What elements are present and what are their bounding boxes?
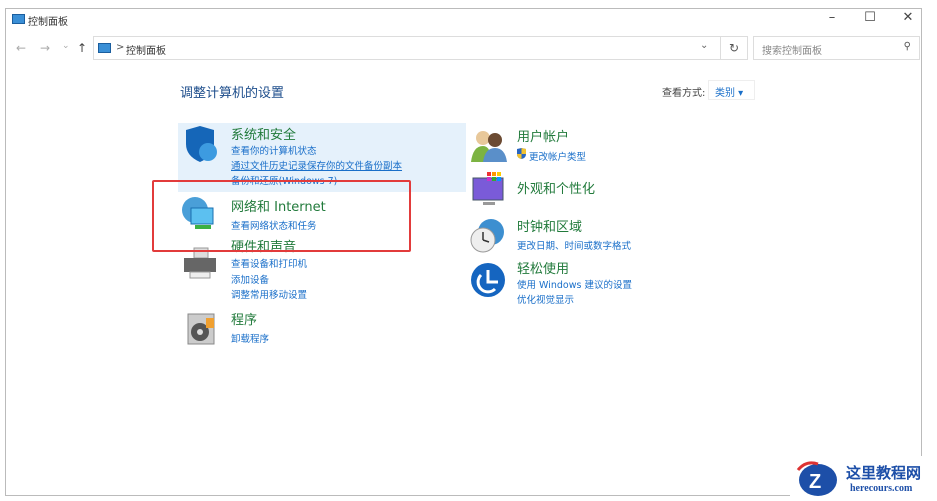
view-by-dropdown[interactable]: 类别 ▾ xyxy=(708,80,755,100)
window-title: 控制面板 xyxy=(28,17,68,28)
close-button[interactable]: ✕ xyxy=(898,10,918,25)
search-icon: ⚲ xyxy=(903,41,911,52)
watermark-name: 这里教程网 xyxy=(846,466,922,482)
refresh-button[interactable]: ↻ xyxy=(720,36,748,60)
svg-text:Z: Z xyxy=(809,471,821,493)
forward-button[interactable]: → xyxy=(40,41,50,55)
watermark: Z 这里教程网 herecours.com xyxy=(790,456,937,501)
page-heading: 调整计算机的设置 xyxy=(180,86,285,101)
link-add-device[interactable]: 添加设备 xyxy=(231,272,269,286)
recent-locations-button[interactable]: ⌄ xyxy=(62,41,70,51)
view-by-label: 查看方式: xyxy=(662,88,706,99)
uac-shield-icon xyxy=(517,148,526,159)
maximize-button[interactable]: ☐ xyxy=(860,10,880,25)
watermark-url: herecours.com xyxy=(850,483,913,494)
user-accounts-icon xyxy=(471,131,507,162)
link-uninstall-program[interactable]: 卸载程序 xyxy=(231,331,269,345)
category-system-security[interactable]: 系统和安全 xyxy=(231,124,296,143)
search-placeholder: 搜索控制面板 xyxy=(762,46,822,57)
control-panel-icon xyxy=(98,43,111,53)
breadcrumb-separator: > xyxy=(116,42,125,53)
appearance-icon xyxy=(472,172,504,205)
search-input[interactable]: 搜索控制面板 ⚲ xyxy=(753,36,920,60)
link-change-account-type[interactable]: 更改帐户类型 xyxy=(529,149,586,163)
watermark-logo-icon: Z xyxy=(796,461,837,496)
annotation-highlight-box xyxy=(152,180,411,252)
link-date-time-format[interactable]: 更改日期、时间或数字格式 xyxy=(517,238,631,252)
link-recommended-settings[interactable]: 使用 Windows 建议的设置 xyxy=(517,277,632,291)
link-file-history[interactable]: 通过文件历史记录保存你的文件备份副本 xyxy=(231,158,402,172)
category-programs[interactable]: 程序 xyxy=(231,309,257,328)
category-clock-region[interactable]: 时钟和区域 xyxy=(517,216,582,235)
programs-icon xyxy=(187,313,215,345)
category-appearance[interactable]: 外观和个性化 xyxy=(517,178,595,197)
back-button[interactable]: ← xyxy=(16,41,26,55)
control-panel-window xyxy=(5,8,922,496)
ease-of-access-icon xyxy=(471,263,505,297)
link-devices-printers[interactable]: 查看设备和打印机 xyxy=(231,256,307,270)
breadcrumb-control-panel[interactable]: 控制面板 xyxy=(126,42,166,57)
category-ease-of-access[interactable]: 轻松使用 xyxy=(517,258,569,277)
up-button[interactable]: ↑ xyxy=(77,41,87,55)
control-panel-icon xyxy=(12,14,25,24)
link-optimize-display[interactable]: 优化视觉显示 xyxy=(517,292,574,306)
clock-region-icon xyxy=(470,219,504,253)
shield-icon xyxy=(186,126,217,162)
link-computer-status[interactable]: 查看你的计算机状态 xyxy=(231,143,317,157)
minimize-button[interactable]: – xyxy=(822,10,842,25)
link-mobility-settings[interactable]: 调整常用移动设置 xyxy=(231,287,307,301)
category-user-accounts[interactable]: 用户帐户 xyxy=(517,126,569,145)
address-bar[interactable]: > 控制面板 ⌄ xyxy=(93,36,721,60)
address-dropdown-icon[interactable]: ⌄ xyxy=(700,40,708,51)
